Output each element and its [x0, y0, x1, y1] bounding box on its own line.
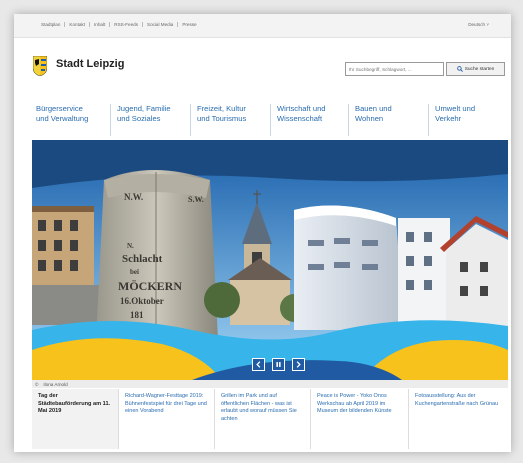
- hero-slider: N.W. S.W. N. Schlacht bei MÖCKERN 16.Okt…: [32, 140, 508, 380]
- browser-page: Stadtplan Kontakt Inhalt RSS-Feeds Socia…: [14, 14, 511, 452]
- news-item[interactable]: Grillen im Park und auf öffentlichen Flä…: [214, 389, 310, 449]
- utility-link-kontakt[interactable]: Kontakt: [65, 22, 90, 27]
- utility-link-presse[interactable]: Presse: [178, 22, 200, 27]
- search-button[interactable]: Suche starten: [446, 62, 505, 76]
- nav-item-label-line2: und Soziales: [117, 114, 161, 123]
- utility-link-stadtplan[interactable]: Stadtplan: [41, 22, 66, 27]
- stone-line-6: 181: [130, 310, 144, 320]
- news-item[interactable]: Fotoausstellung: Aus der Kuchengartenstr…: [408, 389, 508, 449]
- image-credit: © Ilona Arnold: [32, 380, 508, 388]
- utility-link-social-media[interactable]: Social Media: [143, 22, 179, 27]
- language-selector[interactable]: Deutsch ˅: [468, 22, 489, 27]
- nav-item-label-line2: und Verwaltung: [36, 114, 89, 123]
- nav-item-label-line2: Wohnen: [355, 114, 384, 123]
- news-item-featured[interactable]: Tag der Städtebauförderung am 11. Mai 20…: [32, 389, 118, 449]
- nav-item-jugend-familie[interactable]: Jugend, Familie und Soziales: [110, 104, 190, 136]
- main-navigation: Bürgerservice und Verwaltung Jugend, Fam…: [30, 104, 500, 136]
- pause-icon: [276, 362, 281, 367]
- stone-line-2: Schlacht: [122, 253, 163, 265]
- search-bar: Suche starten: [345, 62, 505, 76]
- search-icon: [456, 66, 463, 72]
- stone-line-5: 16.Oktober: [120, 296, 164, 306]
- nav-item-bauen-wohnen[interactable]: Bauen und Wohnen: [348, 104, 428, 136]
- nav-item-label-line1: Wirtschaft und: [277, 104, 326, 113]
- nav-item-label-line2: Verkehr: [435, 114, 462, 123]
- nav-item-label-line1: Jugend, Familie: [117, 104, 171, 113]
- slider-prev-button[interactable]: [252, 358, 265, 371]
- chevron-left-icon: [256, 361, 261, 368]
- slider-next-button[interactable]: [292, 358, 305, 371]
- stone-label-top-left: N.W.: [124, 192, 143, 202]
- search-button-label: Suche starten: [464, 66, 495, 72]
- city-crest-icon[interactable]: [33, 56, 47, 76]
- slider-controls: [252, 358, 305, 371]
- news-item[interactable]: Peace is Power - Yoko Onos Werkschau ab …: [310, 389, 408, 449]
- nav-item-label-line1: Bauen und: [355, 104, 392, 113]
- nav-item-label-line1: Bürgerservice: [36, 104, 83, 113]
- hero-image: N.W. S.W. N. Schlacht bei MÖCKERN 16.Okt…: [32, 140, 508, 380]
- nav-item-wirtschaft[interactable]: Wirtschaft und Wissenschaft: [270, 104, 348, 136]
- utility-links: Stadtplan Kontakt Inhalt RSS-Feeds Socia…: [41, 22, 201, 27]
- news-item[interactable]: Richard-Wagner-Festtage 2019: Bühnenfest…: [118, 389, 214, 449]
- nav-item-label-line2: Wissenschaft: [277, 114, 323, 123]
- stone-label-top-right: S.W.: [188, 195, 204, 204]
- copyright-icon: ©: [35, 381, 39, 387]
- utility-link-inhalt[interactable]: Inhalt: [90, 22, 111, 27]
- nav-item-label-line1: Freizeit, Kultur: [197, 104, 246, 113]
- nav-item-umwelt-verkehr[interactable]: Umwelt und Verkehr: [428, 104, 500, 136]
- news-strip: Tag der Städtebauförderung am 11. Mai 20…: [32, 389, 508, 449]
- nav-item-label-line1: Umwelt und: [435, 104, 476, 113]
- nav-item-freizeit-kultur[interactable]: Freizeit, Kultur und Tourismus: [190, 104, 270, 136]
- stone-line-4: MÖCKERN: [118, 279, 182, 293]
- nav-item-label-line2: und Tourismus: [197, 114, 247, 123]
- search-input[interactable]: [345, 62, 444, 76]
- utility-bar: Stadtplan Kontakt Inhalt RSS-Feeds Socia…: [14, 14, 511, 38]
- stone-line-1: N.: [127, 242, 134, 250]
- slider-pause-button[interactable]: [272, 358, 285, 371]
- utility-link-rss-feeds[interactable]: RSS-Feeds: [110, 22, 143, 27]
- stone-line-3: bei: [130, 268, 139, 276]
- nav-item-buergerservice[interactable]: Bürgerservice und Verwaltung: [30, 104, 110, 136]
- site-title[interactable]: Stadt Leipzig: [56, 58, 124, 70]
- chevron-right-icon: [296, 361, 301, 368]
- image-credit-text: Ilona Arnold: [43, 381, 68, 387]
